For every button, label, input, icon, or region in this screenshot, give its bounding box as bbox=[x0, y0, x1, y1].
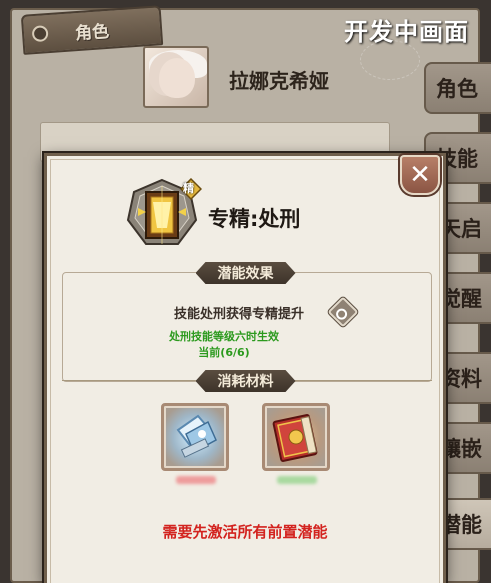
character-avatar bbox=[143, 46, 209, 108]
side-tab-character[interactable]: 角色 bbox=[424, 62, 491, 114]
side-tab-label: 觉醒 bbox=[440, 287, 482, 311]
effect-detail: 处刑技能等级六时生效 bbox=[169, 330, 279, 343]
specialize-badge-label: 精 bbox=[183, 182, 194, 195]
prerequisite-warning: 需要先激活所有前置潜能 bbox=[162, 523, 328, 541]
character-name: 拉娜克希娅 bbox=[229, 69, 329, 93]
ring-icon bbox=[31, 25, 49, 43]
red-book-icon bbox=[272, 414, 318, 462]
skill-title: 专精:处刑 bbox=[208, 207, 301, 231]
effect-progress: 当前(6/6) bbox=[198, 346, 250, 359]
side-tab-label: 镶嵌 bbox=[440, 437, 482, 461]
material-slot-1[interactable] bbox=[161, 403, 229, 471]
material-count-1 bbox=[176, 476, 216, 484]
effect-description: 技能处刑获得专精提升 bbox=[174, 307, 305, 322]
dev-watermark-label: 开发中画面 bbox=[344, 18, 469, 46]
window-title-label: 角色 bbox=[74, 21, 110, 44]
cost-section-label: 消耗材料 bbox=[196, 370, 296, 392]
close-icon: ✕ bbox=[409, 160, 431, 190]
side-tab-label: 角色 bbox=[436, 77, 478, 101]
close-button[interactable]: ✕ bbox=[400, 155, 440, 195]
effect-section bbox=[62, 272, 432, 382]
material-slot-2[interactable] bbox=[262, 403, 330, 471]
effect-section-label: 潜能效果 bbox=[196, 262, 296, 284]
crystal-scroll-icon bbox=[176, 414, 217, 458]
side-tab-label: 资料 bbox=[440, 367, 482, 391]
material-count-2 bbox=[277, 476, 317, 484]
side-tab-label: 天启 bbox=[440, 217, 482, 241]
side-tab-label: 潜能 bbox=[440, 513, 482, 537]
